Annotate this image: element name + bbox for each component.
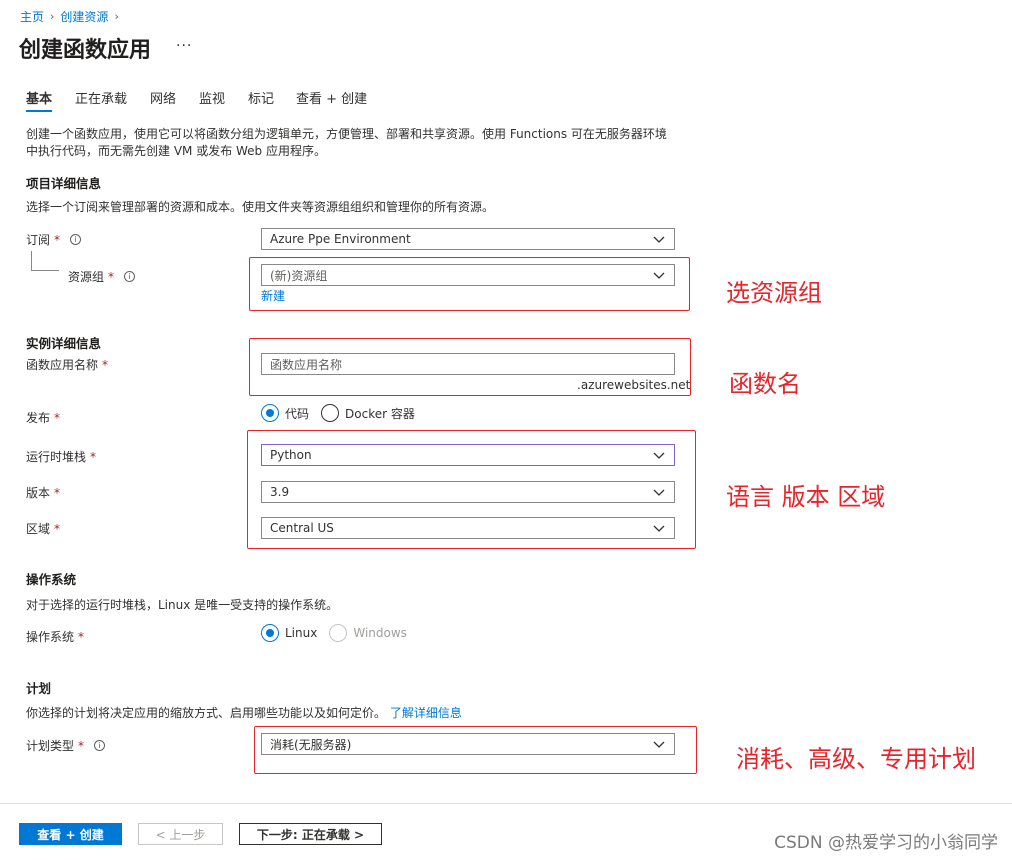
resource-group-label: 资源组 * i bbox=[68, 268, 136, 285]
annotation-language: 语言 版本 区域 bbox=[726, 483, 886, 511]
instance-details-title: 实例详细信息 bbox=[26, 336, 102, 351]
subscription-value: Azure Ppe Environment bbox=[270, 232, 411, 246]
learn-more-link[interactable]: 了解详细信息 bbox=[390, 706, 462, 720]
info-icon[interactable]: i bbox=[94, 740, 106, 751]
annotation-box-function-name bbox=[249, 338, 691, 396]
tab-hosting[interactable]: 正在承载 bbox=[75, 88, 127, 112]
project-details-desc: 选择一个订阅来管理部署的资源和成本。使用文件夹等资源组组织和管理你的所有资源。 bbox=[26, 200, 495, 214]
more-options-button[interactable]: ··· bbox=[176, 38, 192, 54]
os-desc: 对于选择的运行时堆栈，Linux 是唯一受支持的操作系统。 bbox=[26, 598, 339, 612]
tab-monitoring[interactable]: 监视 bbox=[199, 88, 225, 112]
intro-description: 创建一个函数应用，使用它可以将函数分组为逻辑单元，方便管理、部署和共享资源。使用… bbox=[26, 126, 686, 160]
os-windows-radio: Windows bbox=[329, 624, 407, 642]
os-title: 操作系统 bbox=[26, 572, 77, 587]
page-title: 创建函数应用 bbox=[19, 38, 152, 63]
plan-desc: 你选择的计划将决定应用的缩放方式、启用哪些功能以及如何定价。 bbox=[26, 706, 387, 720]
plan-type-label-text: 计划类型 bbox=[26, 739, 75, 753]
plan-desc-row: 你选择的计划将决定应用的缩放方式、启用哪些功能以及如何定价。 了解详细信息 bbox=[26, 704, 462, 721]
radio-unselected-icon bbox=[321, 404, 340, 422]
annotation-function-name: 函数名 bbox=[729, 370, 801, 398]
tree-connector bbox=[31, 270, 59, 271]
plan-type-label: 计划类型 * i bbox=[26, 737, 106, 754]
chevron-right-icon: › bbox=[114, 10, 119, 23]
annotation-resource-group: 选资源组 bbox=[726, 279, 822, 307]
annotation-plan: 消耗、高级、专用计划 bbox=[736, 745, 976, 773]
version-label-text: 版本 bbox=[26, 486, 51, 500]
publish-code-radio[interactable]: 代码 bbox=[261, 404, 309, 422]
annotation-box-resource-group bbox=[249, 257, 690, 311]
os-linux-radio[interactable]: Linux bbox=[261, 624, 317, 642]
publish-radio-group: 代码 Docker 容器 bbox=[261, 404, 427, 422]
publish-docker-label: Docker 容器 bbox=[345, 406, 415, 421]
required-marker: * bbox=[78, 738, 85, 753]
plan-title: 计划 bbox=[26, 681, 52, 696]
chevron-down-icon bbox=[653, 236, 665, 243]
required-marker: * bbox=[102, 357, 109, 372]
function-app-name-label-text: 函数应用名称 bbox=[26, 358, 99, 372]
breadcrumb-create-resource[interactable]: 创建资源 bbox=[60, 8, 108, 25]
region-label-text: 区域 bbox=[26, 522, 51, 536]
radio-selected-icon bbox=[261, 404, 279, 422]
radio-selected-icon bbox=[261, 624, 279, 642]
required-marker: * bbox=[54, 485, 61, 500]
review-create-button[interactable]: 查看 + 创建 bbox=[19, 823, 122, 845]
version-label: 版本 * bbox=[26, 484, 60, 501]
publish-label-text: 发布 bbox=[26, 411, 51, 425]
os-radio-group: Linux Windows bbox=[261, 624, 419, 642]
annotation-box-language bbox=[247, 430, 696, 549]
publish-label: 发布 * bbox=[26, 409, 60, 426]
publish-docker-radio[interactable]: Docker 容器 bbox=[321, 404, 415, 422]
previous-button: < 上一步 bbox=[138, 823, 223, 845]
project-details-title: 项目详细信息 bbox=[26, 176, 102, 191]
required-marker: * bbox=[54, 521, 61, 536]
tab-networking[interactable]: 网络 bbox=[150, 88, 176, 112]
subscription-label-text: 订阅 bbox=[26, 233, 51, 247]
os-label: 操作系统 * bbox=[26, 628, 84, 645]
runtime-stack-label: 运行时堆栈 * bbox=[26, 448, 96, 465]
required-marker: * bbox=[108, 269, 115, 284]
info-icon[interactable]: i bbox=[124, 271, 136, 282]
watermark: CSDN @热爱学习的小翁同学 bbox=[774, 833, 998, 853]
tab-tags[interactable]: 标记 bbox=[248, 88, 274, 112]
region-label: 区域 * bbox=[26, 520, 60, 537]
tab-review-create[interactable]: 查看 + 创建 bbox=[296, 88, 367, 112]
publish-code-label: 代码 bbox=[285, 406, 310, 421]
intro-line-1: 创建一个函数应用，使用它可以将函数分组为逻辑单元，方便管理、部署和共享资源。使用… bbox=[26, 127, 667, 141]
radio-disabled-icon bbox=[329, 624, 348, 642]
subscription-select[interactable]: Azure Ppe Environment bbox=[261, 228, 675, 250]
required-marker: * bbox=[90, 449, 97, 464]
info-icon[interactable]: i bbox=[70, 234, 82, 245]
next-hosting-button[interactable]: 下一步: 正在承载 > bbox=[239, 823, 382, 845]
runtime-stack-label-text: 运行时堆栈 bbox=[26, 450, 87, 464]
required-marker: * bbox=[54, 410, 61, 425]
resource-group-label-text: 资源组 bbox=[68, 270, 105, 284]
os-label-text: 操作系统 bbox=[26, 630, 75, 644]
breadcrumb: 主页 › 创建资源 › bbox=[20, 8, 119, 25]
os-linux-label: Linux bbox=[285, 626, 318, 640]
chevron-right-icon: › bbox=[50, 10, 55, 23]
function-app-name-label: 函数应用名称 * bbox=[26, 356, 108, 373]
intro-line-2: 中执行代码，而无需先创建 VM 或发布 Web 应用程序。 bbox=[26, 144, 326, 158]
required-marker: * bbox=[78, 629, 85, 644]
required-marker: * bbox=[54, 232, 61, 247]
os-windows-label: Windows bbox=[353, 626, 407, 640]
subscription-label: 订阅 * i bbox=[26, 231, 82, 248]
tab-basics[interactable]: 基本 bbox=[26, 88, 53, 112]
breadcrumb-home[interactable]: 主页 bbox=[20, 8, 44, 25]
tree-connector bbox=[31, 251, 32, 271]
footer-divider bbox=[0, 803, 1012, 804]
annotation-box-plan bbox=[254, 726, 697, 774]
